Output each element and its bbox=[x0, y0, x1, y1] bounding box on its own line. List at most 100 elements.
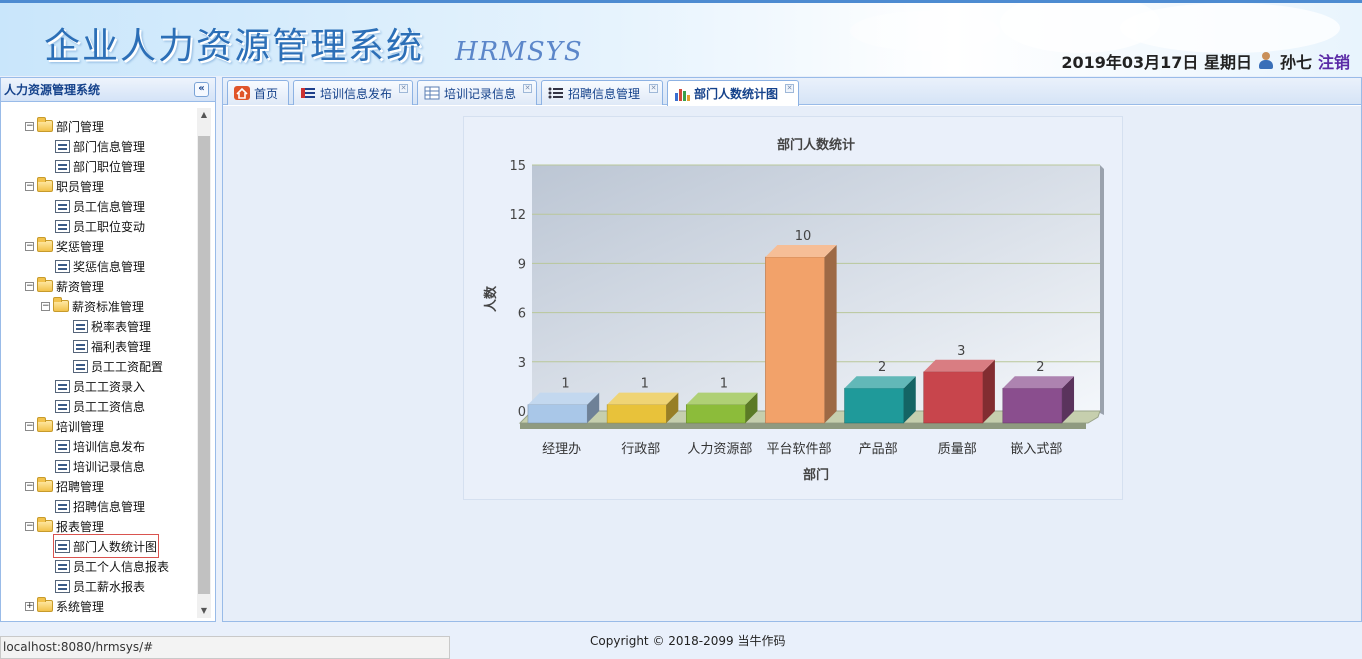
bullet-list-icon bbox=[548, 86, 564, 100]
bar-top-2 bbox=[686, 392, 758, 405]
y-tick-label: 9 bbox=[518, 257, 526, 272]
tree-folder[interactable]: + 系统管理 bbox=[25, 596, 104, 616]
tab-1[interactable]: 培训信息发布 ✕ bbox=[293, 80, 413, 105]
close-tab-icon[interactable]: ✕ bbox=[399, 84, 408, 93]
tree-node-label: 薪资管理 bbox=[56, 279, 105, 294]
folder-icon bbox=[37, 597, 53, 612]
chart-title: 部门人数统计 bbox=[777, 137, 855, 153]
page-icon bbox=[55, 219, 70, 233]
tree-leaf[interactable]: 税率表管理 bbox=[73, 316, 151, 336]
collapse-icon[interactable]: − bbox=[41, 301, 50, 311]
tree-folder[interactable]: − 薪资管理 bbox=[25, 276, 104, 296]
page-icon bbox=[55, 579, 70, 593]
bar-front-1 bbox=[606, 404, 667, 424]
expand-icon[interactable]: + bbox=[25, 601, 34, 611]
page-icon bbox=[73, 319, 88, 333]
page-icon bbox=[55, 439, 70, 453]
tree-node-label: 薪资标准管理 bbox=[72, 299, 145, 314]
close-tab-icon[interactable]: ✕ bbox=[649, 84, 658, 93]
tree-folder[interactable]: − 职员管理 bbox=[25, 176, 104, 196]
tree-leaf[interactable]: 员工工资配置 bbox=[73, 356, 163, 376]
bar-top-1 bbox=[607, 392, 679, 405]
collapse-icon[interactable]: − bbox=[25, 281, 34, 291]
tree-folder[interactable]: − 奖惩管理 bbox=[25, 236, 104, 256]
tab-2[interactable]: 培训记录信息 ✕ bbox=[417, 80, 537, 105]
tab-4[interactable]: 部门人数统计图 ✕ bbox=[667, 80, 799, 106]
bar-top-4 bbox=[844, 376, 916, 389]
tree-node-label: 员工薪水报表 bbox=[73, 579, 146, 594]
page-icon bbox=[55, 139, 70, 153]
scrollbar-thumb[interactable] bbox=[198, 136, 210, 594]
close-tab-icon[interactable]: ✕ bbox=[785, 84, 794, 93]
tree-node-label: 培训管理 bbox=[56, 419, 105, 434]
tree-leaf[interactable]: 员工职位变动 bbox=[55, 216, 145, 236]
tree-node-label: 系统管理 bbox=[56, 599, 105, 614]
tree-node-label: 招聘管理 bbox=[56, 479, 105, 494]
page-icon bbox=[55, 559, 70, 573]
page-icon bbox=[55, 379, 70, 393]
tree-leaf[interactable]: 培训记录信息 bbox=[55, 456, 145, 476]
app-header: 企业人力资源管理系统 HRMSYS 2019年03月17日 星期日 孙七 注销 bbox=[0, 0, 1362, 76]
collapse-icon[interactable]: − bbox=[25, 241, 34, 251]
bar-front-2 bbox=[685, 404, 746, 424]
tree-leaf[interactable]: 员工工资信息 bbox=[55, 396, 145, 416]
collapse-icon[interactable]: − bbox=[25, 121, 34, 131]
tree-folder[interactable]: − 部门管理 bbox=[25, 116, 104, 136]
tree-node-label: 员工职位变动 bbox=[73, 219, 146, 234]
tree-node-label: 员工工资信息 bbox=[73, 399, 146, 414]
bar-front-3 bbox=[765, 256, 825, 424]
tree-folder[interactable]: − 薪资标准管理 bbox=[41, 296, 144, 316]
tree-node-label: 部门人数统计图 bbox=[73, 539, 158, 554]
y-tick-label: 3 bbox=[518, 356, 526, 371]
tree-leaf[interactable]: 招聘信息管理 bbox=[55, 496, 145, 516]
chart-container: 0 3 6 9 12 15 1 经理办 1 行政部 1 人力资源部 10 平台软件部 2 产品部 3 质量部 2 嵌入… bbox=[463, 116, 1123, 500]
logout-link[interactable]: 注销 bbox=[1318, 49, 1350, 73]
department-headcount-chart: 036912151经理办1行政部1人力资源部10平台软件部2产品部3质量部2嵌入… bbox=[483, 137, 1104, 483]
collapse-sidebar-button[interactable]: « bbox=[194, 82, 209, 97]
tree-leaf[interactable]: 福利表管理 bbox=[73, 336, 151, 356]
tree-leaf[interactable]: 培训信息发布 bbox=[55, 436, 145, 456]
page-icon bbox=[55, 199, 70, 213]
tree-node-label: 招聘信息管理 bbox=[73, 499, 146, 514]
tree-folder[interactable]: − 培训管理 bbox=[25, 416, 104, 436]
bar-value-label: 1 bbox=[641, 377, 649, 392]
bar-value-label: 1 bbox=[561, 377, 569, 392]
footer-copyright: Copyright © 2018-2099 当牛作码 bbox=[590, 634, 786, 648]
tree-leaf[interactable]: 部门人数统计图 bbox=[52, 534, 160, 558]
y-axis-label: 人数 bbox=[483, 285, 499, 312]
tree-leaf[interactable]: 部门信息管理 bbox=[55, 136, 145, 156]
tree-leaf[interactable]: 员工信息管理 bbox=[55, 196, 145, 216]
bar-top-3 bbox=[765, 245, 837, 257]
header-cloud-decoration bbox=[1120, 3, 1340, 53]
tree-leaf[interactable]: 员工工资录入 bbox=[55, 376, 145, 396]
tab-3[interactable]: 招聘信息管理 ✕ bbox=[541, 80, 663, 105]
tree-node-label: 员工个人信息报表 bbox=[73, 559, 170, 574]
page-icon bbox=[73, 359, 88, 373]
tree-folder[interactable]: − 报表管理 bbox=[25, 516, 104, 536]
tree-leaf[interactable]: 员工个人信息报表 bbox=[55, 556, 169, 576]
tree-folder[interactable]: − 招聘管理 bbox=[25, 476, 104, 496]
tree-node-label: 职员管理 bbox=[56, 179, 105, 194]
y-tick-label: 6 bbox=[518, 307, 526, 322]
scroll-up-icon[interactable]: ▲ bbox=[197, 108, 211, 122]
tree-node-label: 培训记录信息 bbox=[73, 459, 146, 474]
sidebar-scrollbar[interactable]: ▲ ▼ bbox=[197, 108, 211, 618]
collapse-icon[interactable]: − bbox=[25, 521, 34, 531]
tab-label: 部门人数统计图 bbox=[694, 87, 779, 101]
tree-node-label: 奖惩管理 bbox=[56, 239, 105, 254]
scroll-down-icon[interactable]: ▼ bbox=[197, 604, 211, 618]
collapse-icon[interactable]: − bbox=[25, 181, 34, 191]
tab-0[interactable]: 首页 bbox=[227, 80, 289, 105]
user-icon bbox=[1258, 52, 1274, 70]
bar-front-6 bbox=[1002, 387, 1063, 424]
collapse-icon[interactable]: − bbox=[25, 481, 34, 491]
folder-icon bbox=[37, 477, 53, 492]
tree-leaf[interactable]: 奖惩信息管理 bbox=[55, 256, 145, 276]
sidebar-title: 人力资源管理系统 bbox=[4, 83, 101, 97]
tab-bar: 首页 培训信息发布 ✕ 培训记录信息 ✕ 招聘信息管理 ✕ 部门人数统计图 ✕ bbox=[223, 78, 1361, 106]
close-tab-icon[interactable]: ✕ bbox=[523, 84, 532, 93]
tree-leaf[interactable]: 员工薪水报表 bbox=[55, 576, 145, 596]
tree-leaf[interactable]: 部门职位管理 bbox=[55, 156, 145, 176]
tab-label: 培训信息发布 bbox=[320, 86, 393, 101]
collapse-icon[interactable]: − bbox=[25, 421, 34, 431]
